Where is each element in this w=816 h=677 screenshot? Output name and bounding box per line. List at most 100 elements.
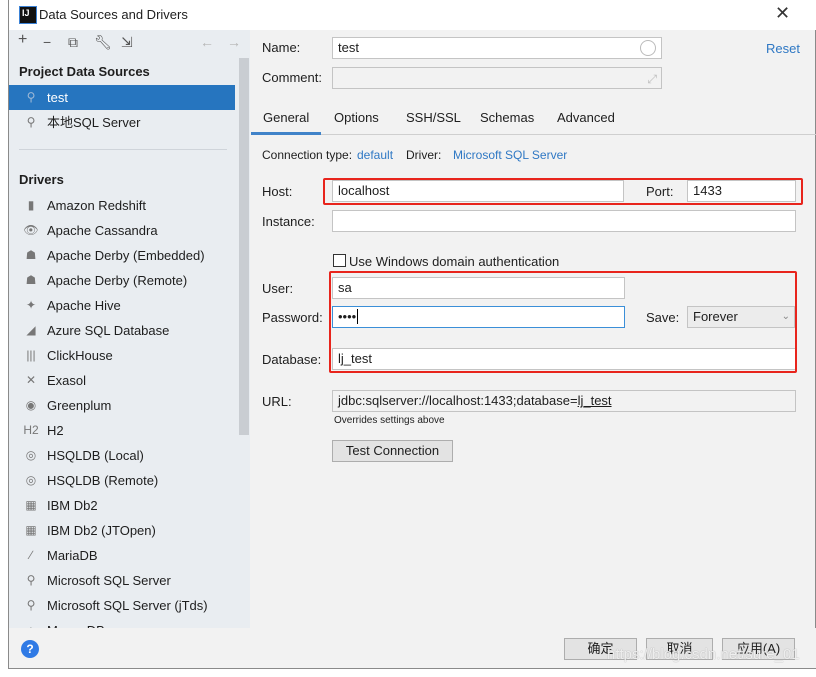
driver-item[interactable]: ◎ HSQLDB (Local) xyxy=(9,443,235,468)
dialog-window: IJ Data Sources and Drivers ✕ + − ⧉ 🔧︎ ⇲… xyxy=(8,0,816,669)
driver-item[interactable]: ▦ IBM Db2 (JTOpen) xyxy=(9,518,235,543)
scrollbar-thumb[interactable] xyxy=(239,58,249,435)
user-label: User: xyxy=(262,281,294,296)
driver-icon: ✦ xyxy=(25,298,37,312)
windows-auth-checkbox[interactable] xyxy=(333,254,346,267)
divider xyxy=(19,149,227,150)
color-picker-icon[interactable] xyxy=(640,40,656,56)
driver-icon: ||| xyxy=(26,348,36,362)
driver-label: Exasol xyxy=(47,373,87,388)
driver-label: Microsoft SQL Server (jTds) xyxy=(47,598,208,613)
test-connection-button[interactable]: Test Connection xyxy=(332,440,453,462)
driver-item[interactable]: ✕ Exasol xyxy=(9,368,235,393)
driver-icon: ◢ xyxy=(26,323,36,337)
driver-item[interactable]: ▦ IBM Db2 xyxy=(9,493,235,518)
tab-options[interactable]: Options xyxy=(334,110,379,125)
driver-icon: ▮ xyxy=(27,198,35,212)
host-label: Host: xyxy=(262,184,293,199)
comment-label: Comment: xyxy=(262,70,322,85)
driver-icon: ◉ xyxy=(25,398,37,412)
url-label: URL: xyxy=(262,394,292,409)
driver-item[interactable]: ✦ Apache Hive xyxy=(9,293,235,318)
driver-label: Microsoft SQL Server xyxy=(47,573,171,588)
datasource-item-test[interactable]: ⚲ test xyxy=(9,85,235,110)
comment-input[interactable]: ⤢ xyxy=(332,67,662,89)
driver-label: Apache Derby (Remote) xyxy=(47,273,188,288)
driver-icon: ☗ xyxy=(25,273,37,287)
driver-item[interactable]: ☗ Apache Derby (Embedded) xyxy=(9,243,235,268)
password-label: Password: xyxy=(262,310,323,325)
driver-item[interactable]: ⚲ Microsoft SQL Server (jTds) xyxy=(9,593,235,618)
driver-label: Amazon Redshift xyxy=(47,198,146,213)
instance-label: Instance: xyxy=(262,214,315,229)
copy-icon[interactable]: ⧉ xyxy=(68,34,78,51)
help-icon[interactable]: ? xyxy=(21,640,39,658)
driver-label: Apache Derby (Embedded) xyxy=(47,248,205,263)
watermark: https://blog.csdn.net/sure_01 xyxy=(607,646,800,663)
minus-icon[interactable]: − xyxy=(43,34,51,50)
driver-icon: 👁 xyxy=(23,223,39,237)
driver-item[interactable]: ||| ClickHouse xyxy=(9,343,235,368)
driver-label: HSQLDB (Remote) xyxy=(47,473,159,488)
driver-icon: ⚲ xyxy=(26,598,36,612)
host-port-highlight xyxy=(323,178,803,205)
tab-advanced[interactable]: Advanced xyxy=(557,110,615,125)
driver-label: Apache Cassandra xyxy=(47,223,158,238)
credentials-highlight xyxy=(329,271,797,373)
window-title: Data Sources and Drivers xyxy=(39,7,188,22)
driver-label: Driver: xyxy=(406,148,442,162)
driver-label: Greenplum xyxy=(47,398,112,413)
active-tab-indicator xyxy=(251,132,321,135)
plus-icon[interactable]: + xyxy=(18,31,27,49)
driver-icon: H2 xyxy=(23,423,39,437)
import-icon[interactable]: ⇲ xyxy=(121,34,133,51)
driver-item[interactable]: H2 H2 xyxy=(9,418,235,443)
expand-icon[interactable]: ⤢ xyxy=(647,69,657,89)
reset-link[interactable]: Reset xyxy=(766,41,800,56)
tab-ssh-ssl[interactable]: SSH/SSL xyxy=(406,110,461,125)
driver-label: IBM Db2 (JTOpen) xyxy=(47,523,156,538)
driver-item[interactable]: ◎ HSQLDB (Remote) xyxy=(9,468,235,493)
driver-item[interactable]: ◉ Greenplum xyxy=(9,393,235,418)
driver-icon: ▦ xyxy=(25,498,37,512)
windows-auth-label[interactable]: Use Windows domain authentication xyxy=(349,254,559,269)
sidebar: + − ⧉ 🔧︎ ⇲ ← → Project Data Sources ⚲ tes… xyxy=(9,30,250,628)
name-input[interactable]: test xyxy=(332,37,662,59)
url-input[interactable]: jdbc:sqlserver://localhost:1433;database… xyxy=(332,390,796,412)
app-logo: IJ xyxy=(19,6,37,24)
driver-label: HSQLDB (Local) xyxy=(47,448,144,463)
driver-icon: ◎ xyxy=(25,448,37,462)
driver-label: H2 xyxy=(47,423,64,438)
tab-general[interactable]: General xyxy=(263,110,309,125)
driver-link[interactable]: Microsoft SQL Server xyxy=(453,148,567,162)
driver-item[interactable]: 👁 Apache Cassandra xyxy=(9,218,235,243)
database-label: Database: xyxy=(262,352,322,367)
driver-item[interactable]: ☗ Apache Derby (Remote) xyxy=(9,268,235,293)
instance-input[interactable] xyxy=(332,210,796,232)
url-hint: Overrides settings above xyxy=(334,415,445,426)
driver-icon: ∕ xyxy=(29,548,32,562)
back-arrow-icon[interactable]: ← xyxy=(200,34,214,50)
datasource-item-local-sql-server[interactable]: ⚲ 本地SQL Server xyxy=(9,110,235,135)
driver-item[interactable]: ◢ Azure SQL Database xyxy=(9,318,235,343)
driver-icon: ☗ xyxy=(25,248,37,262)
connection-type-link[interactable]: default xyxy=(357,148,393,162)
tabs-divider xyxy=(251,134,816,135)
sqlserver-icon: ⚲ xyxy=(26,90,36,104)
driver-item[interactable]: ∕ MariaDB xyxy=(9,543,235,568)
driver-label: ClickHouse xyxy=(47,348,113,363)
driver-icon: ▲ xyxy=(23,618,39,628)
driver-icon: ✕ xyxy=(25,373,37,387)
driver-item[interactable]: ⚲ Microsoft SQL Server xyxy=(9,568,235,593)
wrench-icon[interactable]: 🔧︎ xyxy=(94,34,112,51)
tab-schemas[interactable]: Schemas xyxy=(480,110,534,125)
driver-label: Azure SQL Database xyxy=(47,323,170,338)
driver-item[interactable]: ▲MongoDB xyxy=(9,618,235,628)
close-icon[interactable]: ✕ xyxy=(775,3,790,24)
forward-arrow-icon[interactable]: → xyxy=(227,34,241,50)
driver-item[interactable]: ▮ Amazon Redshift xyxy=(9,193,235,218)
driver-label: MariaDB xyxy=(47,548,98,563)
name-label: Name: xyxy=(262,40,301,55)
driver-icon: ▦ xyxy=(25,523,37,537)
title-bar: IJ Data Sources and Drivers ✕ xyxy=(9,0,816,30)
